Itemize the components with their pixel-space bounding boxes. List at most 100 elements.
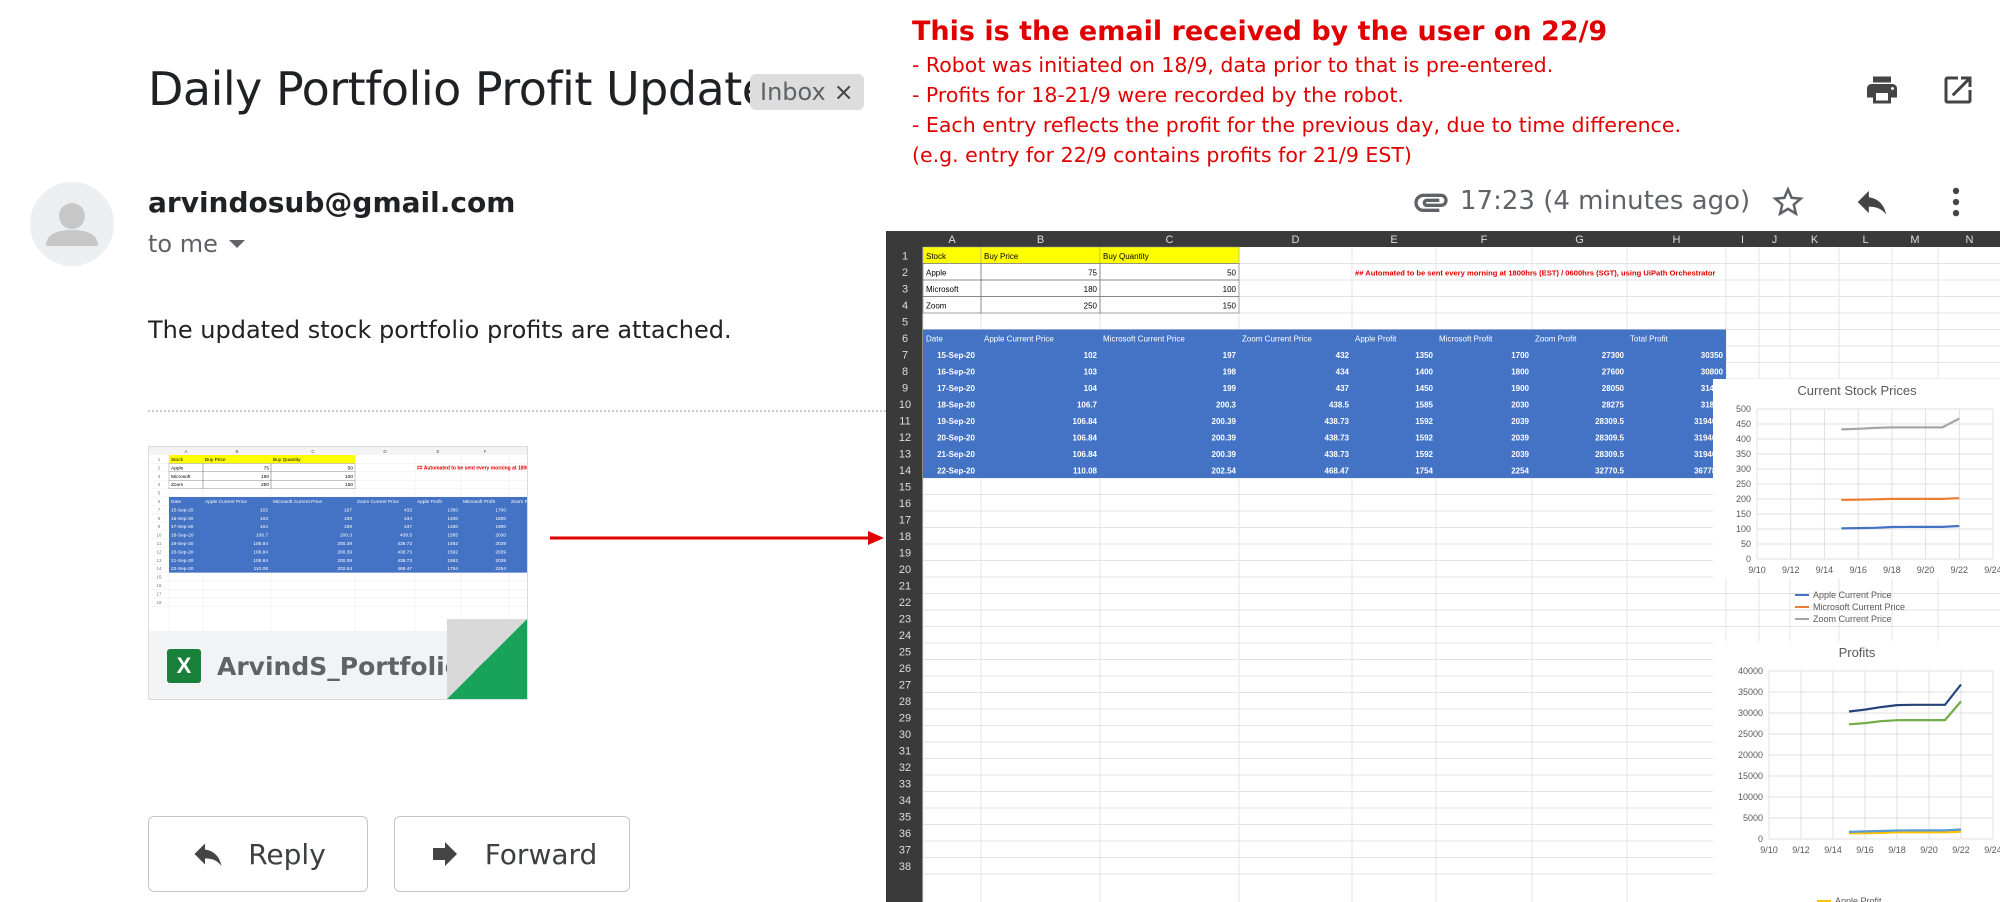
row-number: 19 xyxy=(899,548,911,560)
thumb-header-text: Buy Quantity xyxy=(273,457,301,463)
profit-table-value: 106.84 xyxy=(1073,450,1098,459)
inbox-label-chip[interactable]: Inbox × xyxy=(750,74,864,110)
profit-table-value: 1900 xyxy=(1511,384,1529,393)
x-tick-label: 9/24 xyxy=(1984,845,2000,855)
row-number: 6 xyxy=(902,333,908,345)
row-number: 28 xyxy=(899,696,911,708)
profit-table-value: 32770.5 xyxy=(1595,467,1624,476)
thumb-holdings-value: 250 xyxy=(261,482,269,488)
profit-table-value: 28050 xyxy=(1602,384,1625,393)
profit-table-value: 1700 xyxy=(1511,351,1529,360)
thumb-table-value: 437 xyxy=(404,524,412,530)
profit-table-value: 16-Sep-20 xyxy=(937,368,975,377)
legend-label: Zoom Current Price xyxy=(1813,614,1892,624)
thumb-table-header: Zoom Current Price xyxy=(357,499,399,505)
row-number: 22 xyxy=(899,597,911,609)
row-number: 18 xyxy=(899,531,911,543)
page-fold-corner xyxy=(447,619,527,699)
thumb-holdings-value: 50 xyxy=(348,465,354,471)
thumb-table-value: 106.84 xyxy=(253,549,268,555)
row-number: 37 xyxy=(899,845,911,857)
thumb-holdings-value: 75 xyxy=(264,465,270,471)
thumb-table-value: 15-Sep-20 xyxy=(171,507,194,513)
thumb-table-value: 1700 xyxy=(495,507,506,513)
profit-table-value: 104 xyxy=(1084,384,1098,393)
x-tick-label: 9/22 xyxy=(1952,845,1970,855)
email-view: Daily Portfolio Profit Update Inbox × Th… xyxy=(0,0,2000,902)
row-number: 23 xyxy=(899,614,911,626)
thumb-table-value: 2039 xyxy=(495,549,506,555)
y-tick-label: 50 xyxy=(1741,539,1751,549)
thumb-table-value: 21-Sep-20 xyxy=(171,558,194,564)
y-tick-label: 200 xyxy=(1736,494,1751,504)
row-number: 35 xyxy=(899,812,911,824)
reply-button[interactable]: Reply xyxy=(148,816,368,892)
x-tick-label: 9/22 xyxy=(1951,565,1969,575)
thumb-table-value: 18-Sep-20 xyxy=(171,533,194,539)
attachment-card[interactable]: A B C D E F 1 2 3 4 5 6 7 8 9 10 11 12 13 14 15 16 17 18 Stock Bu… xyxy=(148,446,528,700)
more-vert-icon[interactable] xyxy=(1936,182,1976,222)
thumb-row-number: 15 xyxy=(156,575,162,580)
row-number: 24 xyxy=(899,630,911,642)
profit-table-value: 200.39 xyxy=(1212,417,1237,426)
row-number: 34 xyxy=(899,795,911,807)
x-tick-label: 9/16 xyxy=(1849,565,1867,575)
thumb-header-text: Buy Price xyxy=(205,457,226,463)
row-number: 15 xyxy=(899,482,911,494)
recipient-details[interactable]: to me xyxy=(148,230,246,258)
star-icon[interactable] xyxy=(1768,182,1808,222)
profit-table-value: 28309.5 xyxy=(1595,450,1624,459)
profit-table-value: 438.73 xyxy=(1325,434,1350,443)
profit-table-value: 2039 xyxy=(1511,434,1529,443)
thumb-table-value: 22-Sep-20 xyxy=(171,566,194,572)
y-tick-label: 400 xyxy=(1736,434,1751,444)
column-letter: E xyxy=(1390,234,1397,246)
thumb-table-value: 1450 xyxy=(447,524,458,530)
reply-icon xyxy=(194,843,222,866)
thumb-column-letter: B xyxy=(235,449,238,454)
legend-label: Apple Current Price xyxy=(1813,590,1892,600)
row-number: 2 xyxy=(902,267,908,279)
y-tick-label: 40000 xyxy=(1738,666,1763,676)
profit-table-value: 28275 xyxy=(1602,401,1625,410)
automation-note: ## Automated to be sent every morning at… xyxy=(1355,269,1716,278)
thumb-row-number: 17 xyxy=(156,591,162,596)
y-tick-label: 450 xyxy=(1736,419,1751,429)
x-tick-label: 9/18 xyxy=(1883,565,1901,575)
row-number: 13 xyxy=(899,449,911,461)
remove-label-icon[interactable]: × xyxy=(834,78,854,106)
print-icon[interactable] xyxy=(1862,70,1902,110)
row-number: 7 xyxy=(902,350,908,362)
column-letter: L xyxy=(1862,234,1868,246)
thumb-holdings-value: Apple xyxy=(171,465,184,471)
legend-label: Microsoft Current Price xyxy=(1813,602,1905,612)
thumb-table-value: 432 xyxy=(404,507,412,513)
thumb-row-number: 14 xyxy=(156,566,162,571)
reply-icon[interactable] xyxy=(1852,182,1892,222)
thumb-table-value: 438.73 xyxy=(397,541,412,547)
thumb-table-value: 1400 xyxy=(447,516,458,522)
forward-button[interactable]: Forward xyxy=(394,816,630,892)
thumb-column-header xyxy=(149,447,527,455)
chevron-down-icon[interactable] xyxy=(228,238,246,250)
profit-table-header: Microsoft Current Price xyxy=(1103,335,1185,344)
y-tick-label: 30000 xyxy=(1738,708,1763,718)
column-letter: B xyxy=(1037,234,1044,246)
thumb-holdings-value: 180 xyxy=(261,474,269,480)
y-tick-label: 500 xyxy=(1736,404,1751,414)
row-number: 25 xyxy=(899,647,911,659)
thumb-table-value: 1585 xyxy=(447,533,458,539)
thumb-table-header: Zoom Profit xyxy=(511,499,528,505)
thumb-automation-note: ## Automated to be sent every morning at… xyxy=(417,465,528,471)
thumb-row-number: 12 xyxy=(156,549,162,554)
x-tick-label: 9/16 xyxy=(1856,845,1874,855)
reply-button-label: Reply xyxy=(248,837,326,871)
y-tick-label: 350 xyxy=(1736,449,1751,459)
open-in-new-icon[interactable] xyxy=(1938,70,1978,110)
thumb-table-header: Apple Profit xyxy=(417,499,442,505)
inbox-label-text: Inbox xyxy=(760,78,826,106)
x-tick-label: 9/18 xyxy=(1888,845,1906,855)
x-tick-label: 9/20 xyxy=(1917,565,1935,575)
y-tick-label: 35000 xyxy=(1738,687,1763,697)
profit-table-value: 2030 xyxy=(1511,401,1529,410)
